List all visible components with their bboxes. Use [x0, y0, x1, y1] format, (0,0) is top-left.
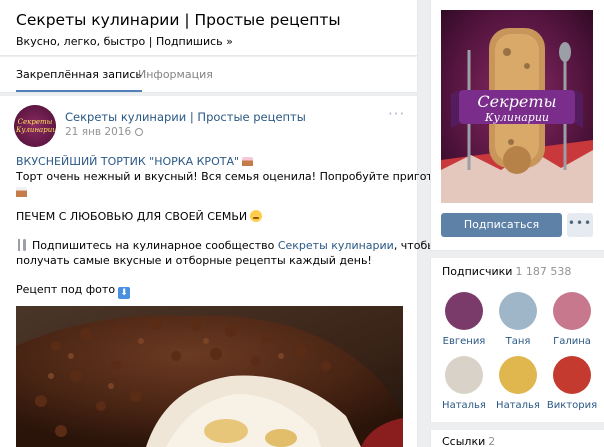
- group-cover-card: Секреты Кулинарии Подписаться •••: [430, 0, 604, 251]
- member-item[interactable]: Галина: [545, 292, 599, 347]
- post-text-line: получать самые вкусные и отборные рецепт…: [16, 254, 372, 267]
- cover-title-1: Секреты: [477, 92, 556, 111]
- gear-icon: [135, 128, 144, 136]
- pinned-post: Секреты Кулинарии Секреты кулинарии | Пр…: [0, 96, 466, 447]
- avatar: [499, 292, 537, 330]
- community-link[interactable]: Секреты кулинарии: [278, 239, 394, 252]
- links-title: Ссылки: [442, 435, 486, 447]
- member-item[interactable]: Наталья: [491, 356, 545, 411]
- post-headline-text: ВКУСНЕЙШИЙ ТОРТИК "НОРКА КРОТА": [16, 155, 240, 168]
- links-count: 2: [488, 435, 496, 447]
- cake-icon: [242, 157, 254, 166]
- post-text-line: Рецепт под фото ⬇: [16, 282, 131, 299]
- post-author-avatar[interactable]: Секреты Кулинарии: [14, 105, 56, 147]
- avatar: [445, 292, 483, 330]
- group-status[interactable]: Вкусно, легко, быстро | Подпишись »: [16, 35, 417, 48]
- subscribe-button[interactable]: Подписаться: [441, 213, 562, 237]
- arrow-down-icon: ⬇: [118, 287, 131, 299]
- member-item[interactable]: Наталья: [437, 356, 491, 411]
- post-subscribe-pre: Подпишитесь на кулинарное сообщество: [32, 239, 278, 252]
- post-headline: ВКУСНЕЙШИЙ ТОРТИК "НОРКА КРОТА": [16, 154, 254, 170]
- member-name: Виктория: [546, 400, 598, 411]
- avatar: [553, 356, 591, 394]
- post-date[interactable]: 21 янв 2016: [65, 126, 144, 138]
- group-logo-image: Секреты Кулинарии: [441, 10, 593, 203]
- post-date-text: 21 янв 2016: [65, 126, 132, 138]
- member-item[interactable]: Виктория: [545, 356, 599, 411]
- avatar-logo-text: Секреты Кулинарии: [16, 118, 56, 134]
- group-title: Секреты кулинарии | Простые рецепты: [16, 11, 341, 29]
- post-slogan: ПЕЧЕМ С ЛЮБОВЬЮ ДЛЯ СВОЕЙ СЕМЬИ: [16, 210, 248, 223]
- group-header: Секреты кулинарии | Простые рецепты Вкус…: [0, 0, 418, 56]
- member-item[interactable]: Таня: [491, 292, 545, 347]
- post-emoji-line: [16, 185, 27, 201]
- post-photo[interactable]: [16, 306, 403, 447]
- tab-info[interactable]: Информация: [138, 57, 213, 93]
- member-name: Наталья: [496, 400, 540, 411]
- post-more-icon[interactable]: ···: [388, 107, 405, 122]
- group-cover-image[interactable]: Секреты Кулинарии: [441, 10, 593, 203]
- fork-knife-icon: [16, 239, 28, 251]
- cover-title-2: Кулинарии: [484, 111, 549, 124]
- birthday-cake-icon: [16, 187, 27, 197]
- member-name: Евгения: [442, 336, 486, 347]
- members-block: Подписчики 1 187 538 Евгения Таня Галина …: [430, 258, 604, 422]
- tab-bar: Закреплённая запись Информация: [0, 57, 418, 93]
- member-name: Наталья: [442, 400, 486, 411]
- post-text-line: Торт очень нежный и вкусный! Вся семья о…: [16, 170, 467, 183]
- avatar: [553, 292, 591, 330]
- member-name: Галина: [553, 336, 591, 347]
- links-header[interactable]: Ссылки 2: [442, 435, 495, 447]
- members-title: Подписчики: [442, 265, 513, 278]
- members-header[interactable]: Подписчики 1 187 538: [442, 265, 571, 278]
- member-name: Таня: [505, 336, 531, 347]
- avatar: [499, 356, 537, 394]
- links-block: Ссылки 2: [430, 430, 604, 447]
- tab-pinned-post[interactable]: Закреплённая запись: [16, 57, 142, 92]
- members-count: 1 187 538: [515, 265, 572, 278]
- more-actions-button[interactable]: •••: [567, 213, 593, 237]
- smile-face-icon: [250, 210, 263, 222]
- avatar: [445, 356, 483, 394]
- post-text-line: ПЕЧЕМ С ЛЮБОВЬЮ ДЛЯ СВОЕЙ СЕМЬИ: [16, 209, 263, 225]
- post-author-link[interactable]: Секреты кулинарии | Простые рецепты: [65, 110, 306, 124]
- post-text-line: Подпишитесь на кулинарное сообщество Сек…: [16, 238, 436, 254]
- recipe-below-text: Рецепт под фото: [16, 283, 116, 296]
- member-item[interactable]: Евгения: [437, 292, 491, 347]
- cake-photo-image: [16, 306, 403, 447]
